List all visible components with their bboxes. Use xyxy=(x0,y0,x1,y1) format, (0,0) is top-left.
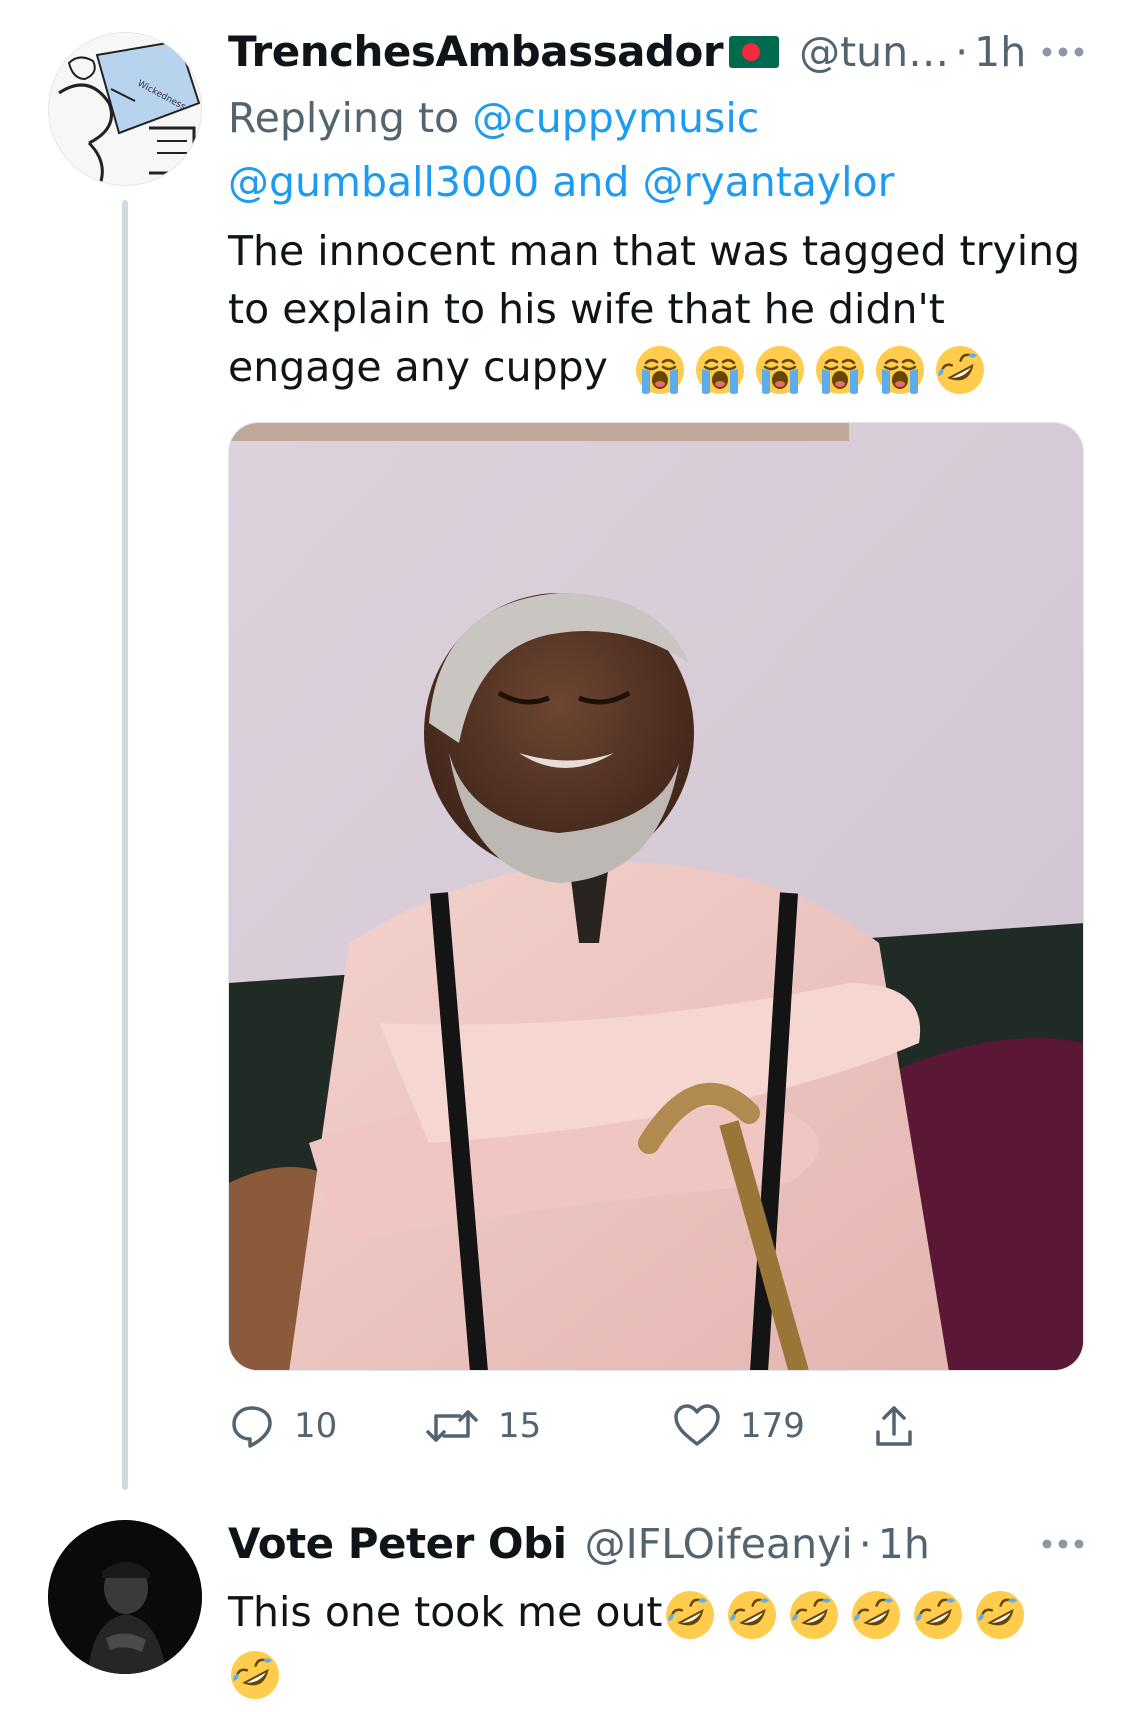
rolling-on-floor-laughing-icon xyxy=(663,1588,717,1642)
avatar[interactable] xyxy=(48,1520,202,1674)
reply-button[interactable]: 10 xyxy=(228,1396,337,1456)
retweet-count: 15 xyxy=(498,1406,542,1446)
like-count: 179 xyxy=(740,1406,805,1446)
mention-link[interactable]: @cuppymusic xyxy=(472,94,759,142)
emoji-group xyxy=(633,343,987,397)
reply-icon xyxy=(232,1406,272,1448)
rolling-on-floor-laughing-icon xyxy=(973,1588,1027,1642)
more-options-button[interactable] xyxy=(1041,24,1085,80)
handle[interactable]: @tun… xyxy=(799,24,949,80)
timestamp[interactable]: 1h xyxy=(974,24,1026,80)
rolling-on-floor-laughing-icon xyxy=(849,1588,903,1642)
tweet-header: Vote Peter Obi @IFLOifeanyi · 1h xyxy=(228,1516,1085,1572)
avatar-sketch-image: Wickedness xyxy=(49,33,201,185)
share-button[interactable] xyxy=(872,1396,916,1456)
display-name[interactable]: TrenchesAmbassador xyxy=(228,24,724,80)
tweet-header: TrenchesAmbassador @tun… · 1h xyxy=(228,24,1085,80)
replying-to: Replying to @cuppymusic @gumball3000 and… xyxy=(228,86,1088,214)
retweet-button[interactable]: 15 xyxy=(424,1396,541,1456)
display-name[interactable]: Vote Peter Obi xyxy=(228,1516,567,1572)
separator-dot: · xyxy=(858,1520,872,1568)
avatar-portrait-image xyxy=(48,1520,202,1674)
timestamp[interactable]: 1h xyxy=(878,1516,930,1572)
emoji-group xyxy=(663,1588,1027,1642)
ellipsis-icon xyxy=(1042,47,1084,57)
loudly-crying-face-icon xyxy=(693,343,747,397)
loudly-crying-face-icon xyxy=(753,343,807,397)
thread-line xyxy=(122,200,128,1490)
mention-link[interactable]: @gumball3000 xyxy=(228,158,539,206)
mention-link[interactable]: @ryantaylor xyxy=(642,158,894,206)
rolling-on-floor-laughing-icon xyxy=(933,343,987,397)
tweet-text: This one took me out xyxy=(228,1582,1108,1702)
ellipsis-icon xyxy=(1042,1539,1084,1549)
tweet-photo[interactable] xyxy=(228,422,1084,1371)
rolling-on-floor-laughing-icon xyxy=(787,1588,841,1642)
loudly-crying-face-icon xyxy=(813,343,867,397)
elderly-man-laughing-photo xyxy=(229,423,1083,1370)
loudly-crying-face-icon xyxy=(873,343,927,397)
handle[interactable]: @IFLOifeanyi xyxy=(585,1516,853,1572)
rolling-on-floor-laughing-icon xyxy=(228,1648,282,1702)
tweet[interactable]: Vote Peter Obi @IFLOifeanyi · 1h This on… xyxy=(0,1500,1125,1712)
separator-dot: · xyxy=(955,28,969,76)
bangladesh-flag-icon xyxy=(729,36,780,68)
rolling-on-floor-laughing-icon xyxy=(725,1588,779,1642)
heart-icon xyxy=(674,1404,720,1446)
tweet[interactable]: Wickedness TrenchesAmbassador @tun… · 1h… xyxy=(0,0,1125,1500)
share-icon xyxy=(876,1406,912,1446)
like-button[interactable]: 179 xyxy=(672,1396,805,1456)
tweet-text: The innocent man that was tagged trying … xyxy=(228,222,1108,397)
tweet-actions: 10 15 179 xyxy=(228,1396,948,1456)
replying-to-and: and xyxy=(552,158,630,206)
replying-to-label: Replying to xyxy=(228,94,460,142)
retweet-icon xyxy=(426,1410,478,1442)
loudly-crying-face-icon xyxy=(633,343,687,397)
rolling-on-floor-laughing-icon xyxy=(911,1588,965,1642)
tweet-body: This one took me out xyxy=(228,1588,663,1636)
avatar[interactable]: Wickedness xyxy=(48,32,202,186)
more-options-button[interactable] xyxy=(1041,1516,1085,1572)
reply-count: 10 xyxy=(294,1406,338,1446)
